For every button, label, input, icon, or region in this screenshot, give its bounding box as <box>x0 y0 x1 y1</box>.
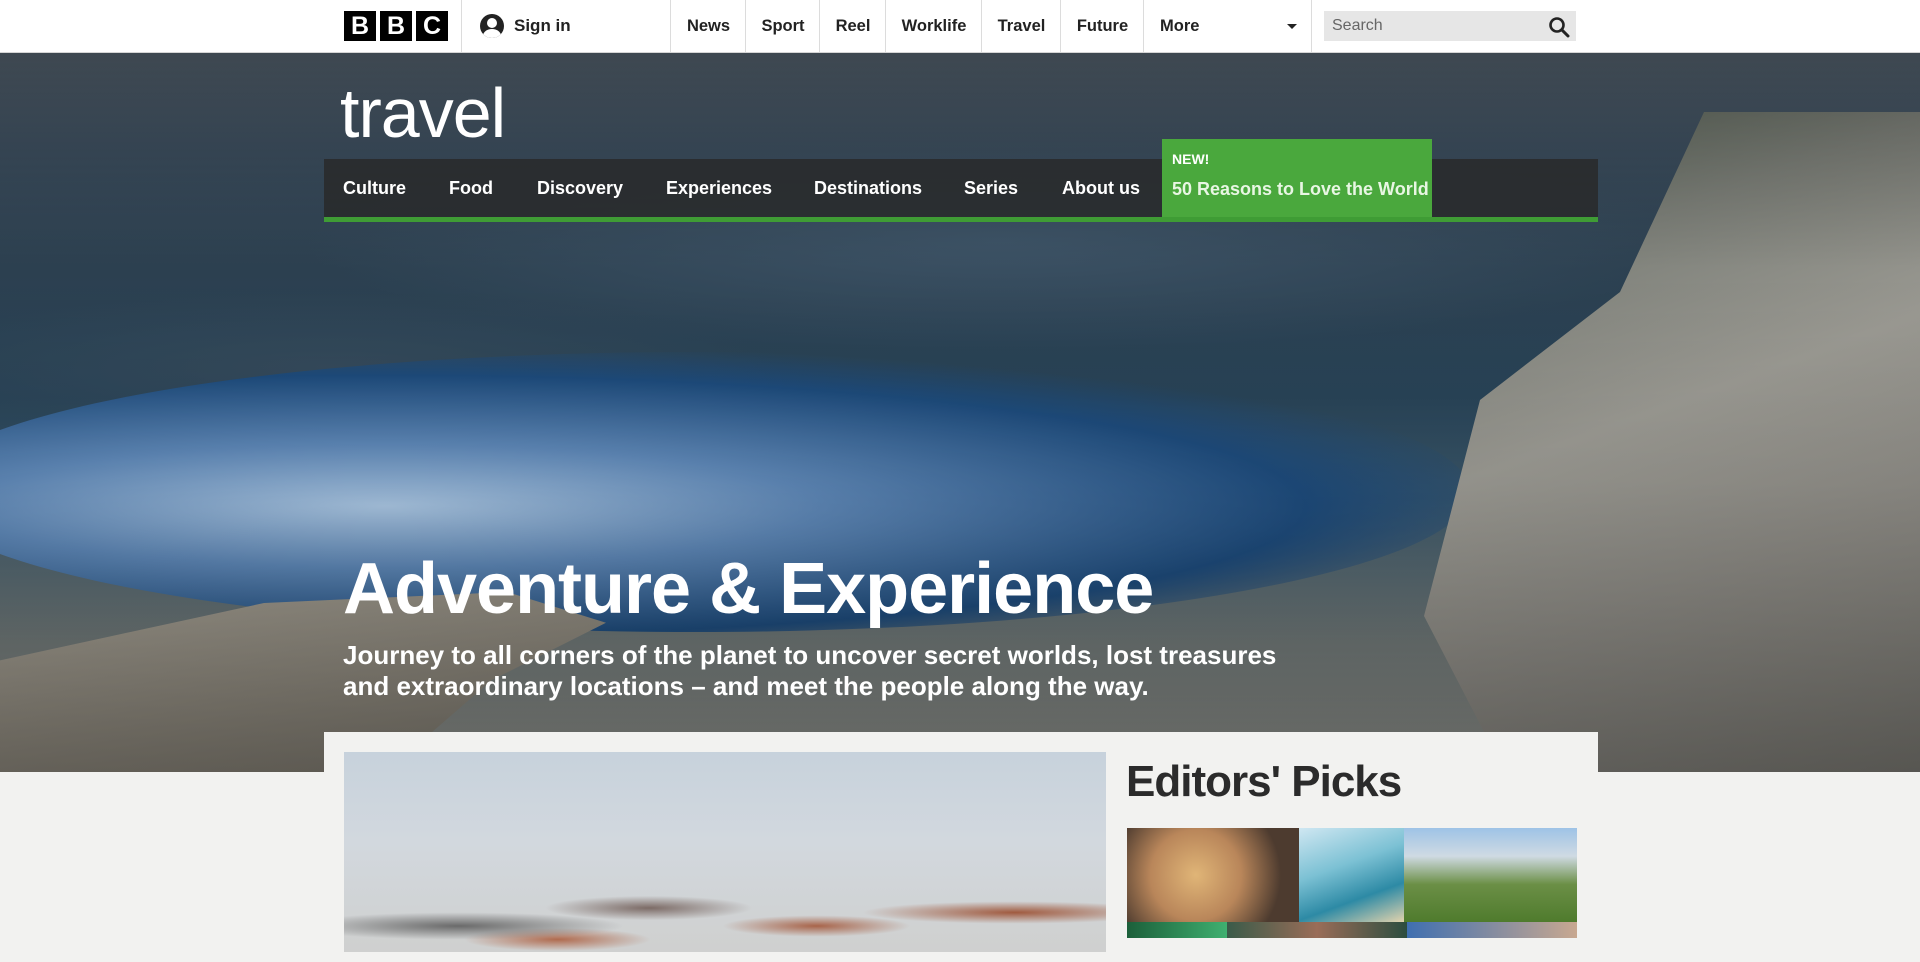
subnav-experiences[interactable]: Experiences <box>666 159 772 217</box>
nav-sport[interactable]: Sport <box>745 0 820 52</box>
pick-thumbnail[interactable] <box>1407 922 1577 938</box>
hero-subtitle: Journey to all corners of the planet to … <box>343 640 1277 701</box>
nav-news[interactable]: News <box>670 0 746 52</box>
bbc-logo-block: B <box>344 11 376 41</box>
bbc-logo-block: C <box>416 11 448 41</box>
new-badge: NEW! <box>1172 151 1210 167</box>
nav-more[interactable]: More <box>1143 0 1311 52</box>
caret-down-icon <box>1287 24 1297 29</box>
subnav-food[interactable]: Food <box>449 159 493 217</box>
nav-worklife[interactable]: Worklife <box>885 0 982 52</box>
bbc-logo-block: B <box>380 11 412 41</box>
user-icon <box>480 14 504 38</box>
subnav-culture[interactable]: Culture <box>343 159 406 217</box>
pick-thumbnail[interactable] <box>1227 922 1407 938</box>
promo-50-reasons[interactable]: NEW! 50 Reasons to Love the World <box>1162 139 1432 217</box>
travel-logo[interactable]: travel <box>340 78 506 148</box>
nav-reel[interactable]: Reel <box>819 0 886 52</box>
feature-story-image[interactable] <box>344 752 1106 952</box>
nav-future[interactable]: Future <box>1060 0 1144 52</box>
subnav-series[interactable]: Series <box>964 159 1018 217</box>
divider <box>461 0 462 52</box>
bbc-logo[interactable]: B B C <box>344 11 448 41</box>
hero-title: Adventure & Experience <box>343 549 1154 629</box>
pick-thumbnail[interactable] <box>1404 828 1577 922</box>
nav-travel[interactable]: Travel <box>981 0 1061 52</box>
nav-more-label: More <box>1160 16 1200 35</box>
search-input[interactable] <box>1324 11 1555 41</box>
promo-title: 50 Reasons to Love the World <box>1172 179 1429 199</box>
bbc-global-header: B B C Sign in News Sport Reel Worklife T… <box>0 0 1920 53</box>
editors-picks-title: Editors' Picks <box>1126 757 1402 806</box>
sign-in-label: Sign in <box>514 16 571 35</box>
search-icon <box>1549 17 1570 38</box>
pick-thumbnail[interactable] <box>1299 828 1404 922</box>
search-button[interactable] <box>1540 11 1576 41</box>
subnav-destinations[interactable]: Destinations <box>814 159 922 217</box>
search-box <box>1324 11 1576 41</box>
editors-picks-grid <box>1127 828 1577 938</box>
subnav-about-us[interactable]: About us <box>1062 159 1140 217</box>
subnav-discovery[interactable]: Discovery <box>537 159 623 217</box>
feature-image-trees <box>344 872 1106 952</box>
pick-thumbnail[interactable] <box>1127 828 1299 922</box>
pick-thumbnail[interactable] <box>1127 922 1227 938</box>
divider <box>1311 0 1312 52</box>
sign-in-link[interactable]: Sign in <box>480 0 571 52</box>
